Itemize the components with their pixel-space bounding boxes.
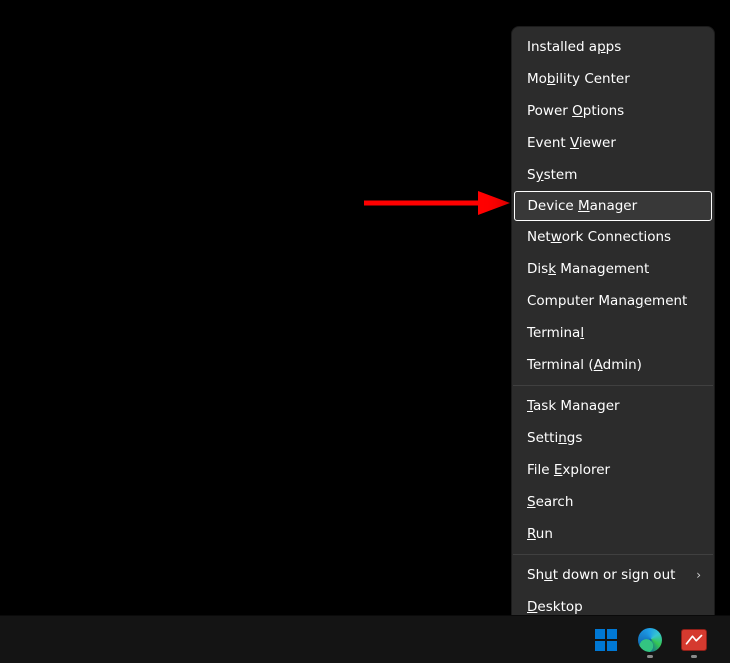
- start-button[interactable]: [588, 622, 624, 658]
- menu-item-label: Run: [527, 526, 553, 542]
- menu-item-run[interactable]: Run: [513, 518, 713, 550]
- red-app-icon: [681, 629, 707, 651]
- menu-item-label: Task Manager: [527, 398, 620, 414]
- menu-item-label: System: [527, 167, 577, 183]
- menu-item-network-connections[interactable]: Network Connections: [513, 221, 713, 253]
- menu-item-label: Network Connections: [527, 229, 671, 245]
- menu-item-mobility-center[interactable]: Mobility Center: [513, 63, 713, 95]
- menu-separator: [513, 554, 713, 555]
- menu-item-file-explorer[interactable]: File Explorer: [513, 454, 713, 486]
- running-indicator: [691, 655, 697, 658]
- menu-item-settings[interactable]: Settings: [513, 422, 713, 454]
- menu-item-system[interactable]: System: [513, 159, 713, 191]
- menu-separator: [513, 385, 713, 386]
- menu-item-label: Terminal: [527, 325, 584, 341]
- menu-item-terminal-admin[interactable]: Terminal (Admin): [513, 349, 713, 381]
- windows-logo-icon: [595, 629, 617, 651]
- menu-item-label: Event Viewer: [527, 135, 616, 151]
- taskbar-app-3[interactable]: [676, 622, 712, 658]
- menu-item-label: Device Manager: [528, 198, 638, 214]
- menu-item-terminal[interactable]: Terminal: [513, 317, 713, 349]
- menu-item-label: Power Options: [527, 103, 624, 119]
- menu-item-label: Computer Management: [527, 293, 687, 309]
- menu-item-label: Installed apps: [527, 39, 621, 55]
- winx-menu: Installed apps Mobility Center Power Optio…: [511, 26, 715, 628]
- taskbar-app-edge[interactable]: [632, 622, 668, 658]
- chevron-right-icon: ›: [696, 568, 701, 582]
- menu-item-disk-management[interactable]: Disk Management: [513, 253, 713, 285]
- menu-item-task-manager[interactable]: Task Manager: [513, 390, 713, 422]
- menu-item-label: Mobility Center: [527, 71, 630, 87]
- menu-item-power-options[interactable]: Power Options: [513, 95, 713, 127]
- menu-item-device-manager[interactable]: Device Manager: [514, 191, 712, 221]
- menu-item-label: Settings: [527, 430, 582, 446]
- menu-item-label: Terminal (Admin): [527, 357, 642, 373]
- taskbar: [0, 615, 730, 663]
- menu-item-shut-down-or-sign-out[interactable]: Shut down or sign out ›: [513, 559, 713, 591]
- menu-item-label: Shut down or sign out: [527, 567, 675, 583]
- edge-icon: [638, 628, 662, 652]
- menu-item-search[interactable]: Search: [513, 486, 713, 518]
- running-indicator: [647, 655, 653, 658]
- menu-item-event-viewer[interactable]: Event Viewer: [513, 127, 713, 159]
- menu-item-label: Search: [527, 494, 573, 510]
- menu-item-installed-apps[interactable]: Installed apps: [513, 31, 713, 63]
- menu-item-label: File Explorer: [527, 462, 610, 478]
- menu-item-label: Disk Management: [527, 261, 649, 277]
- menu-item-label: Desktop: [527, 599, 583, 615]
- menu-item-computer-management[interactable]: Computer Management: [513, 285, 713, 317]
